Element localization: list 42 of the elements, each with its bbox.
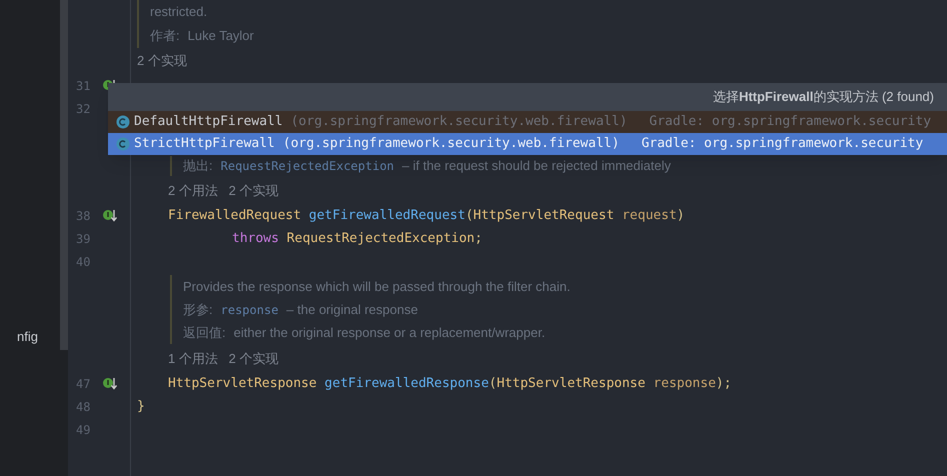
popup-title: 选择HttpFirewall的实现方法 (2 found) (712, 88, 934, 106)
usage-hint[interactable]: 2 个实现 (137, 51, 187, 71)
doc-label: 返回值: (183, 324, 226, 342)
class-name: StrictHttpFirewall (134, 135, 275, 154)
code-line: HttpServletResponse getFirewalledResponse(HttpServletResponse response); (168, 374, 732, 393)
code-line: FirewalledRequest getFirewalledRequest(HttpServletRequest request) (168, 206, 685, 225)
doc-label: 形参: (183, 300, 213, 319)
scrollbar-thumb[interactable] (60, 0, 68, 350)
doc-text: – if the request should be rejected immediately (402, 157, 671, 176)
doc-text: either the original response or a replacement/wrapper. (234, 324, 546, 342)
doc-text: – the original response (286, 300, 418, 319)
doc-label: 作者: (150, 27, 180, 46)
doc-text: Luke Taylor (188, 27, 254, 46)
sidebar-item[interactable]: nfig (0, 326, 60, 348)
class-name: DefaultHttpFirewall (134, 113, 283, 132)
doc-label: 抛出: (183, 157, 213, 176)
implemented-marker-icon[interactable] (102, 208, 118, 222)
line-number: 49 (76, 422, 92, 438)
usage-hint[interactable]: 1 个用法 2 个实现 (168, 349, 279, 369)
line-number: 38 (76, 208, 92, 224)
doc-param: response (220, 302, 278, 318)
doc-text: restricted. (150, 3, 208, 22)
library-source: Gradle: org.springframework.security (641, 135, 924, 154)
line-number: 40 (76, 254, 92, 270)
code-line: } (137, 398, 145, 416)
usage-hint[interactable]: 2 个用法 2 个实现 (168, 181, 279, 201)
code-line: throws RequestRejectedException; (232, 230, 482, 248)
class-icon (116, 137, 130, 151)
doc-param: RequestRejectedException (220, 158, 394, 175)
doc-text: Provides the response which will be passed through the filter chain. (183, 278, 570, 296)
implementation-item[interactable]: StrictHttpFirewall (org.springframework.security.web.firewall) Gradle: org.springframework.security (108, 133, 947, 155)
class-icon (116, 115, 130, 129)
implemented-marker-icon[interactable] (102, 376, 118, 390)
line-number: 32 (76, 100, 92, 118)
package-name: (org.springframework.security.web.firewall) (290, 113, 628, 132)
library-source: Gradle: org.springframework.security (649, 113, 932, 132)
line-number: 47 (76, 376, 92, 392)
package-name: (org.springframework.security.web.firewall) (282, 135, 620, 154)
line-number: 39 (76, 230, 92, 248)
implementation-item[interactable]: DefaultHttpFirewall (org.springframework.security.web.firewall) Gradle: org.springframework.security (108, 111, 947, 133)
line-number: 48 (76, 398, 92, 416)
line-number: 31 (76, 78, 92, 94)
